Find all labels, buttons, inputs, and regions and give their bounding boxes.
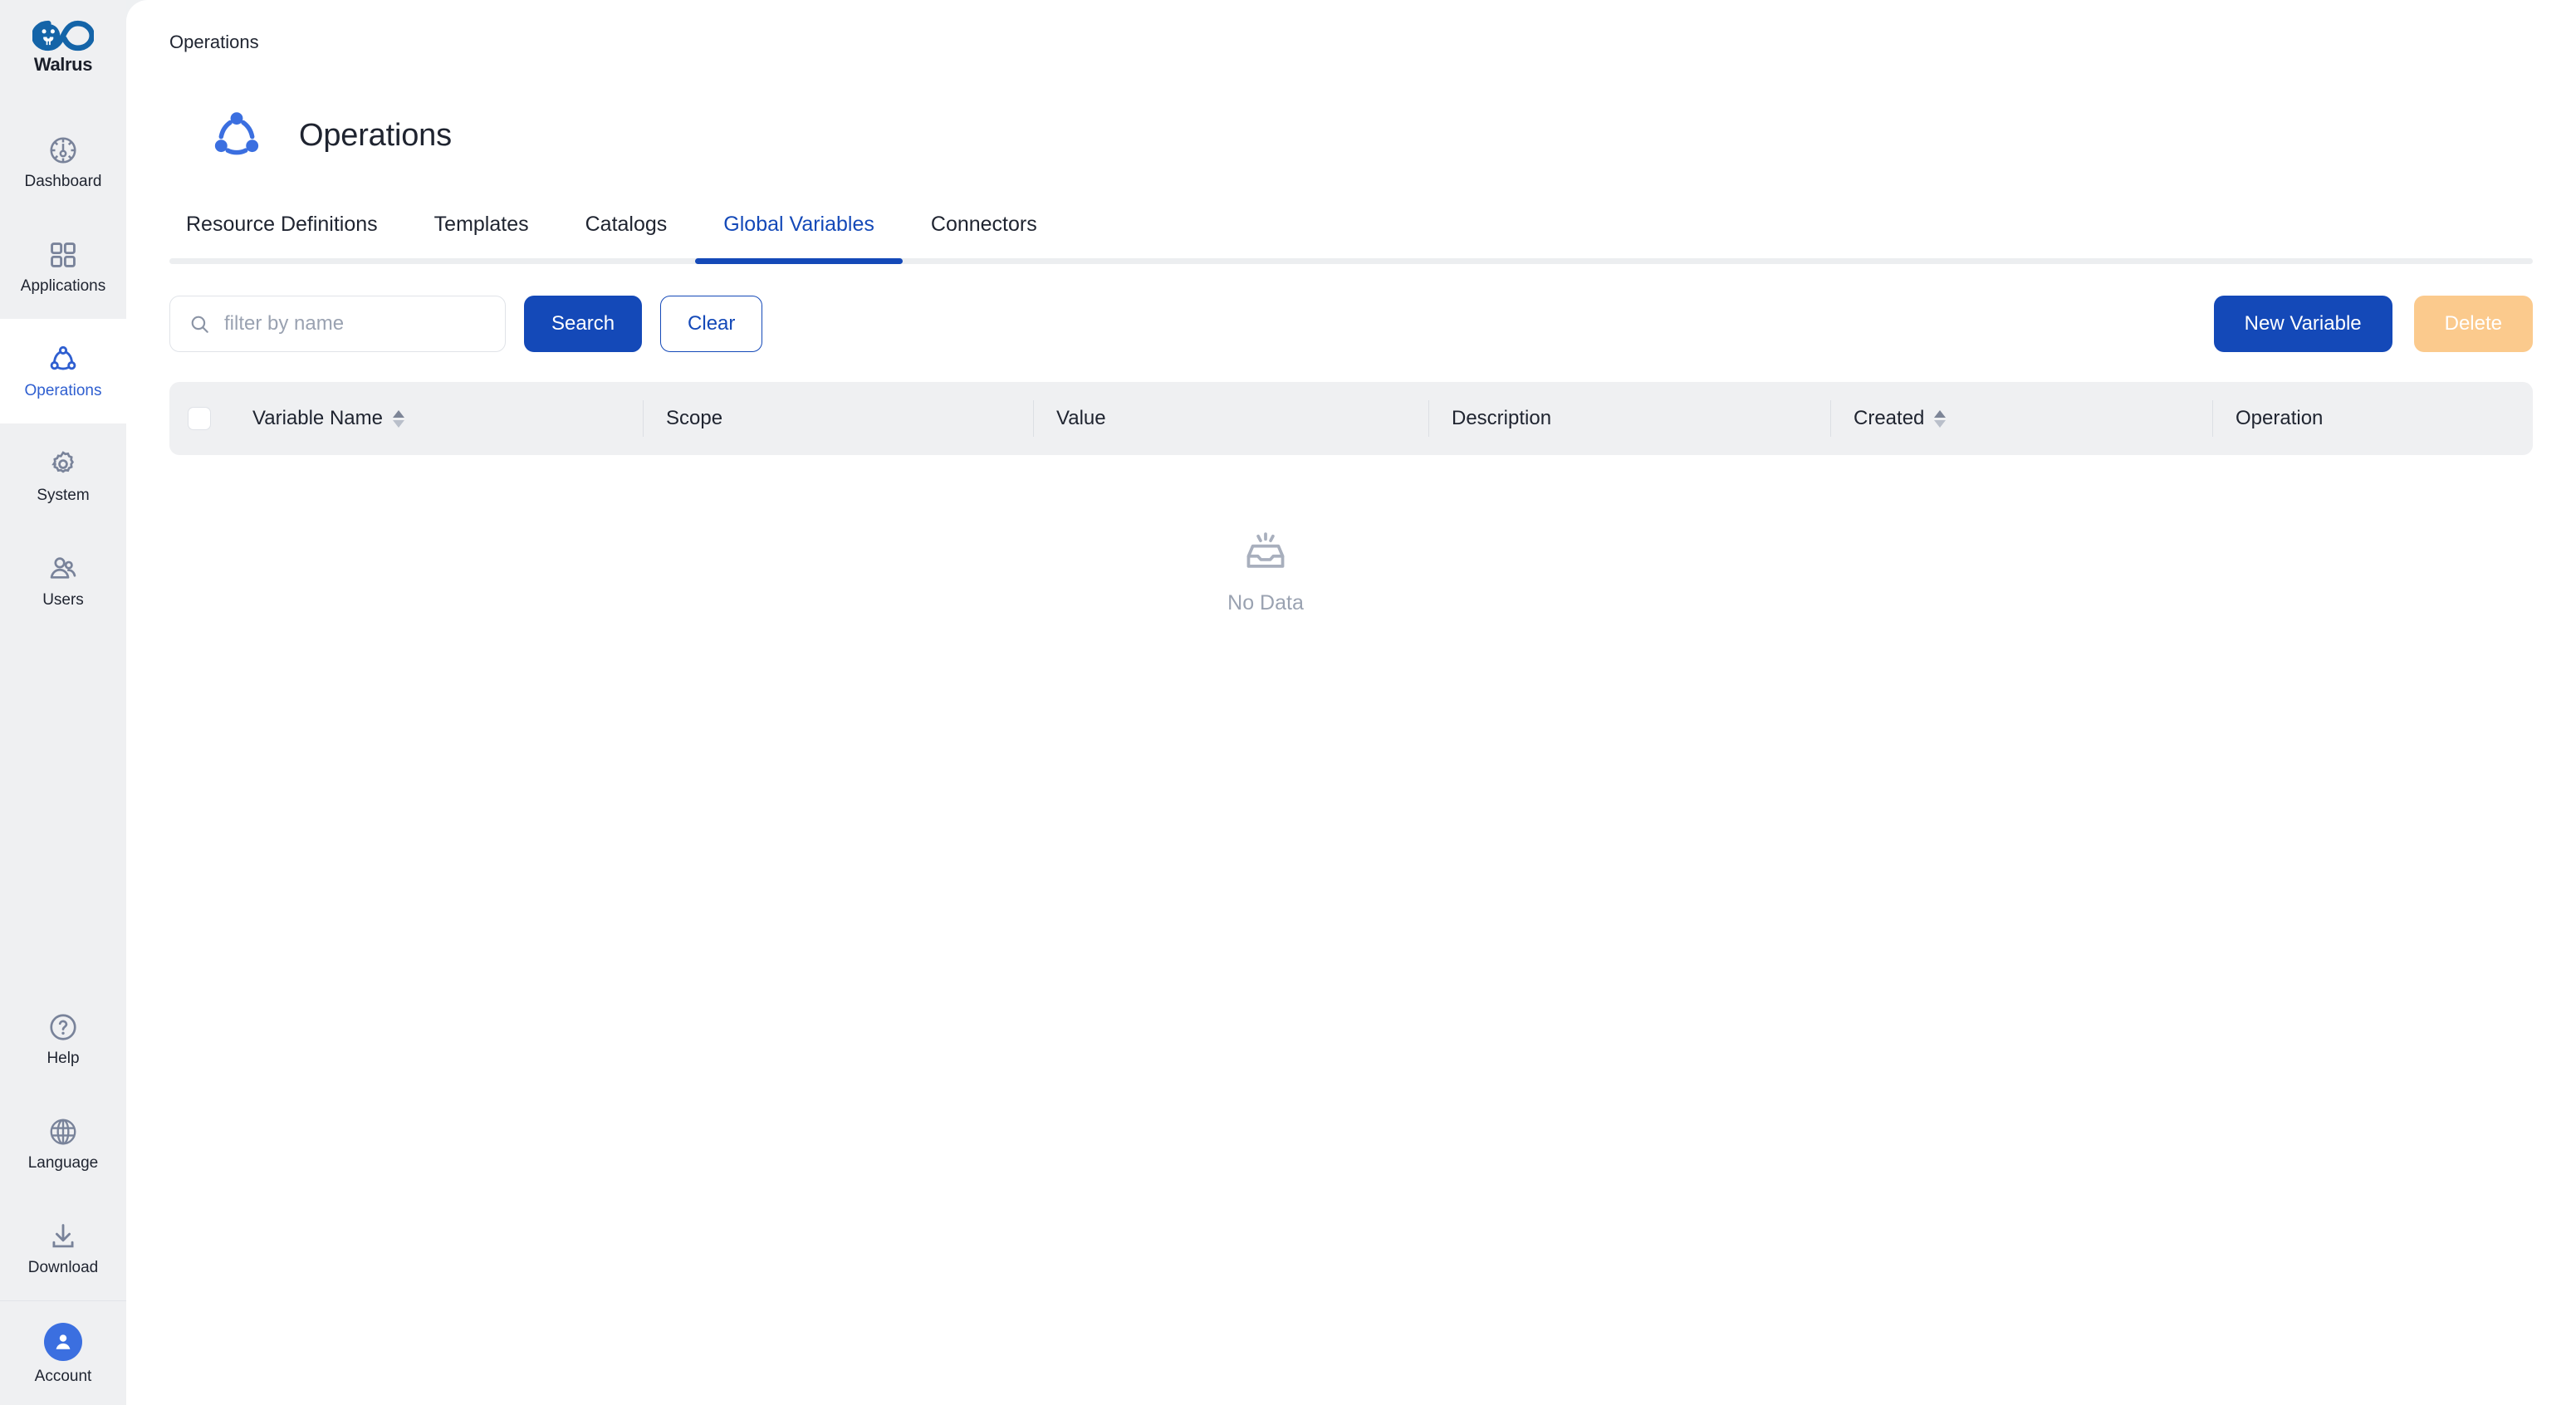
tab-rule bbox=[169, 258, 2533, 264]
sidebar-item-account[interactable]: Account bbox=[0, 1300, 126, 1405]
breadcrumb: Operations bbox=[169, 32, 259, 52]
sidebar-item-operations[interactable]: Operations bbox=[0, 319, 126, 423]
search-button[interactable]: Search bbox=[524, 296, 643, 352]
column-label: Created bbox=[1854, 407, 1925, 429]
clear-button[interactable]: Clear bbox=[660, 296, 763, 352]
sidebar-item-label: Operations bbox=[24, 382, 102, 399]
sidebar-item-label: Dashboard bbox=[24, 173, 102, 190]
tab-connectors[interactable]: Connectors bbox=[903, 213, 1065, 258]
empty-inbox-icon bbox=[1246, 532, 1285, 568]
search-icon bbox=[191, 316, 208, 333]
operations-nodes-icon bbox=[50, 345, 76, 370]
download-icon bbox=[52, 1224, 74, 1248]
search-input[interactable] bbox=[224, 312, 487, 335]
sidebar: Walrus Dashboard Applications Operations… bbox=[0, 0, 126, 1405]
column-header-description[interactable]: Description bbox=[1428, 382, 1830, 455]
tab-list: Resource Definitions Templates Catalogs … bbox=[169, 213, 2533, 258]
avatar-person-icon bbox=[56, 1334, 71, 1349]
avatar bbox=[44, 1322, 82, 1361]
column-header-operation: Operation bbox=[2212, 382, 2533, 455]
sidebar-item-dashboard[interactable]: Dashboard bbox=[0, 110, 126, 214]
sidebar-item-label: Applications bbox=[20, 277, 106, 295]
sidebar-item-label: Help bbox=[47, 1050, 80, 1067]
walrus-infinity-logo-icon bbox=[32, 20, 94, 51]
empty-state: No Data bbox=[169, 455, 2362, 615]
sidebar-item-label: Download bbox=[27, 1259, 99, 1276]
table-header-row: Variable Name Scope Value Description Cr… bbox=[169, 382, 2533, 455]
column-label: Value bbox=[1056, 407, 1106, 429]
column-label: Operation bbox=[2236, 407, 2324, 429]
sidebar-item-users[interactable]: Users bbox=[0, 528, 126, 633]
active-tab-indicator bbox=[695, 258, 903, 264]
main-content: Operations Operations Resource Definitio… bbox=[126, 0, 2576, 1405]
sidebar-item-language[interactable]: Language bbox=[0, 1091, 126, 1196]
column-header-scope[interactable]: Scope bbox=[643, 382, 1033, 455]
sidebar-nav-primary: Dashboard Applications Operations System… bbox=[0, 110, 126, 633]
users-icon bbox=[50, 557, 76, 579]
dashboard-gauge-icon bbox=[50, 137, 76, 164]
brand-logo[interactable]: Walrus bbox=[0, 0, 126, 90]
column-header-variable-name[interactable]: Variable Name bbox=[229, 382, 643, 455]
page-title: Operations bbox=[299, 117, 452, 153]
column-header-created[interactable]: Created bbox=[1830, 382, 2212, 455]
brand-name: Walrus bbox=[33, 54, 93, 75]
sidebar-item-label: Users bbox=[42, 591, 84, 609]
tab-templates[interactable]: Templates bbox=[406, 213, 557, 258]
tab-catalogs[interactable]: Catalogs bbox=[557, 213, 696, 258]
empty-state-text: No Data bbox=[1227, 591, 1304, 614]
gear-icon bbox=[51, 451, 75, 473]
sidebar-item-label: System bbox=[37, 487, 90, 504]
new-variable-button[interactable]: New Variable bbox=[2213, 296, 2392, 352]
select-all-checkbox[interactable] bbox=[188, 407, 211, 430]
question-circle-icon bbox=[50, 1014, 76, 1040]
sidebar-item-download[interactable]: Download bbox=[0, 1196, 126, 1300]
column-label: Scope bbox=[666, 407, 723, 429]
column-label: Variable Name bbox=[252, 407, 383, 429]
variables-table: Variable Name Scope Value Description Cr… bbox=[126, 352, 2576, 615]
sort-icon[interactable] bbox=[392, 409, 404, 428]
globe-icon bbox=[50, 1119, 76, 1145]
sidebar-item-label: Account bbox=[34, 1367, 92, 1385]
sort-icon[interactable] bbox=[1934, 409, 1947, 428]
select-all-header bbox=[169, 382, 229, 455]
tab-global-variables[interactable]: Global Variables bbox=[695, 213, 903, 258]
toolbar: Search Clear New Variable Delete bbox=[126, 264, 2576, 352]
tab-bar: Resource Definitions Templates Catalogs … bbox=[126, 213, 2576, 264]
sidebar-item-applications[interactable]: Applications bbox=[0, 214, 126, 319]
tab-resource-definitions[interactable]: Resource Definitions bbox=[169, 213, 406, 258]
sidebar-item-system[interactable]: System bbox=[0, 423, 126, 528]
sidebar-item-label: Language bbox=[27, 1154, 99, 1172]
column-header-value[interactable]: Value bbox=[1033, 382, 1428, 455]
column-label: Description bbox=[1452, 407, 1552, 429]
grid-apps-icon bbox=[51, 242, 76, 267]
sidebar-nav-secondary: Help Language Download Account bbox=[0, 986, 126, 1405]
operations-nodes-icon bbox=[214, 112, 259, 155]
page-header: Operations bbox=[126, 53, 2576, 163]
delete-button[interactable]: Delete bbox=[2413, 296, 2533, 352]
sidebar-item-help[interactable]: Help bbox=[0, 986, 126, 1091]
search-box[interactable] bbox=[169, 296, 506, 352]
